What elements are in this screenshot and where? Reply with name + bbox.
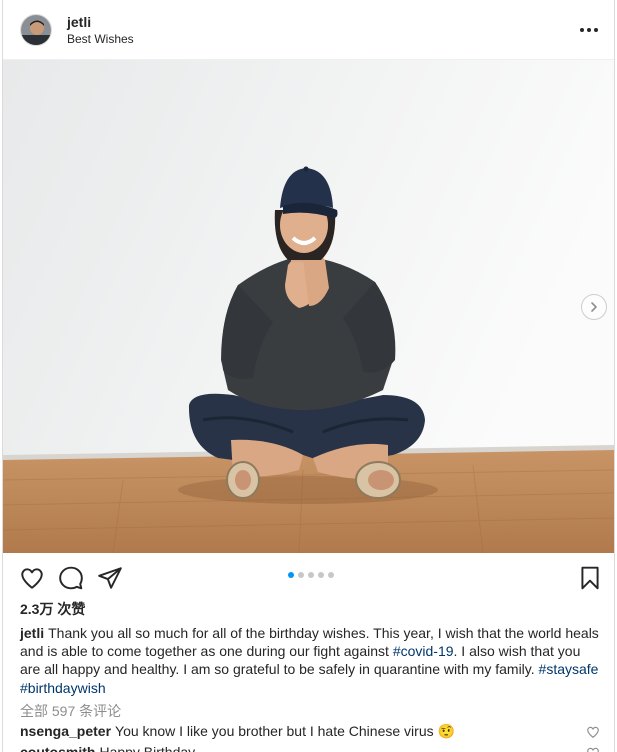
avatar[interactable] (20, 14, 52, 46)
post-photo[interactable] (3, 60, 614, 553)
post-location[interactable]: Best Wishes (67, 32, 134, 46)
paper-plane-icon[interactable] (97, 565, 123, 591)
comment-username[interactable]: nsenga_peter (20, 723, 111, 739)
hashtag-link[interactable]: #birthdaywish (20, 680, 106, 696)
comment-icon[interactable] (58, 565, 84, 591)
carousel-dot[interactable] (288, 572, 294, 578)
next-slide-chevron-icon[interactable] (581, 294, 607, 320)
comment-like-heart-icon[interactable] (586, 746, 600, 752)
carousel-dot[interactable] (328, 572, 334, 578)
hashtag-link[interactable]: #covid-19 (393, 643, 454, 659)
bookmark-icon[interactable] (577, 565, 603, 591)
like-count[interactable]: 2.3万 次赞 (20, 599, 85, 619)
more-options-icon[interactable] (578, 20, 600, 40)
comment-item: coutosmith Happy Birthday (20, 744, 604, 752)
carousel-dot[interactable] (318, 572, 324, 578)
comment-item: nsenga_peter You know I like you brother … (20, 723, 604, 740)
post-caption: jetli Thank you all so much for all of th… (20, 624, 604, 697)
comment-text: You know I like you brother but I hate C… (115, 723, 455, 739)
comment-text: Happy Birthday (99, 744, 196, 752)
carousel-dot[interactable] (308, 572, 314, 578)
action-bar (3, 553, 614, 601)
view-all-comments-link[interactable]: 全部 597 条评论 (20, 701, 121, 721)
caption-username[interactable]: jetli (20, 625, 44, 641)
carousel-indicator (288, 572, 334, 578)
comment-like-heart-icon[interactable] (586, 725, 600, 739)
comment-username[interactable]: coutosmith (20, 744, 95, 752)
carousel-dot[interactable] (298, 572, 304, 578)
post-header: jetli Best Wishes (3, 0, 614, 60)
post-username[interactable]: jetli (67, 14, 91, 30)
post-card: jetli Best Wishes 2.3万 次赞 jetli Thank yo… (2, 0, 615, 752)
heart-icon[interactable] (19, 565, 45, 591)
hashtag-link[interactable]: #staysafe (539, 661, 599, 677)
